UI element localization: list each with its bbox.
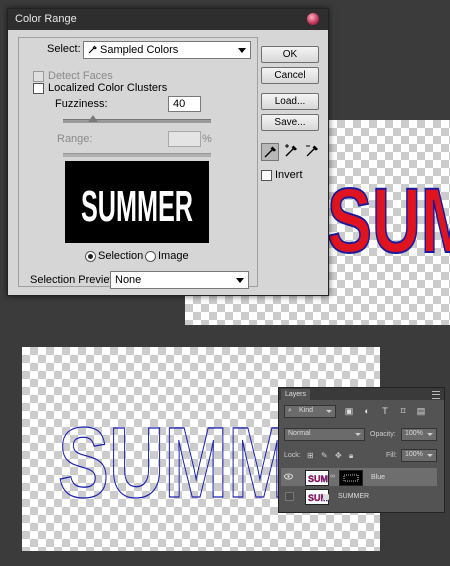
layer-filter-dropdown[interactable]: Kind ⌕ [284,405,336,418]
opacity-label: Opacity: [370,431,396,438]
summer-red-text: SUMMER [327,170,450,272]
selection-radio-label: Selection [98,250,144,262]
eye-icon[interactable] [284,472,293,481]
layer-row-blue[interactable]: SUM ∞ Blue [281,468,437,486]
save-button[interactable]: Save... [261,114,319,131]
chevron-down-icon [427,433,433,436]
eyedropper-small-icon [88,44,98,57]
dialog-titlebar[interactable]: Color Range [8,9,328,30]
detect-faces-label: Detect Faces [48,70,113,82]
svg-text:SUM: SUM [308,474,328,484]
image-filter-icon[interactable]: ▣ [344,406,354,416]
lock-position-icon[interactable]: ✥ [335,451,342,460]
selection-preview-dropdown[interactable]: None [110,271,249,289]
chevron-down-icon [238,48,246,53]
load-button[interactable]: Load... [261,93,319,110]
image-radio[interactable] [145,251,156,262]
panel-menu-icon[interactable] [432,391,440,399]
layers-panel-header: Layers [279,388,444,400]
eyedropper-plus-icon[interactable] [283,143,299,159]
tab-layers[interactable]: Layers [281,389,311,400]
layer-mask-thumbnail [339,470,363,486]
fuzziness-label: Fuzziness: [55,98,108,110]
fill-input[interactable]: 100% [401,449,437,462]
select-value: Sampled Colors [100,44,179,56]
smart-object-filter-icon[interactable]: ▤ [416,406,426,416]
chevron-down-icon [236,278,244,283]
range-label: Range: [57,133,93,145]
fuzziness-slider-track[interactable] [63,119,211,123]
lock-transparent-icon[interactable]: ⊞ [307,451,314,460]
range-input[interactable] [168,131,201,147]
chevron-down-icon [326,410,332,413]
lock-label: Lock: [284,452,301,459]
fuzziness-value: 40 [173,98,186,110]
range-unit: % [202,133,212,145]
image-radio-label: Image [158,250,189,262]
fuzziness-slider-thumb[interactable] [87,115,98,122]
color-range-options: Select: Sampled Colors Detect Faces Loca… [18,37,258,287]
fill-value: 100% [405,451,423,458]
search-icon: ⌕ [288,407,292,414]
localized-color-clusters-checkbox[interactable] [33,83,44,94]
ok-button[interactable]: OK [261,46,319,63]
color-range-dialog: Color Range Select: Sampled Colors Detec… [7,8,329,296]
layer-name: SUMMER [338,493,370,500]
chevron-down-icon [355,433,361,436]
eyedropper-minus-icon[interactable] [304,143,320,159]
shape-filter-icon[interactable]: ⌑ [398,406,408,416]
eyedropper-icon[interactable] [261,143,279,161]
opacity-input[interactable]: 100% [401,428,437,441]
fuzziness-input[interactable]: 40 [168,96,201,112]
selection-radio[interactable] [85,251,96,262]
range-slider-track[interactable] [63,153,211,157]
layers-panel: Layers Kind ⌕ ▣ ◐ T ⌑ ▤ Normal Opacity: … [278,387,445,513]
layer-row-summer[interactable]: SUM SUMMER [281,487,437,505]
type-filter-icon[interactable]: T [380,406,390,416]
detect-faces-checkbox[interactable] [33,71,44,82]
visibility-toggle-box[interactable] [285,492,294,501]
lock-pixels-icon[interactable]: ✎ [321,451,328,460]
selection-preview-value: None [115,274,142,286]
dialog-title: Color Range [15,13,77,25]
select-dropdown[interactable]: Sampled Colors [83,41,251,59]
selection-preview-label: Selection Preview: [30,274,121,286]
cancel-button[interactable]: Cancel [261,67,319,84]
layer-thumbnail: SUM [305,470,329,486]
layer-name: Blue [371,474,386,481]
preview-summer-text: SUMMER [81,182,193,231]
selection-preview-image: SUMMER [65,161,209,243]
smart-object-icon [323,494,329,500]
chevron-down-icon [427,454,433,457]
link-icon[interactable]: ∞ [330,473,335,480]
opacity-value: 100% [405,430,423,437]
invert-checkbox[interactable] [261,170,272,181]
select-label: Select: [47,43,81,55]
localized-color-clusters-label: Localized Color Clusters [48,82,168,94]
layer-filter-value: Kind [299,407,314,414]
blend-mode-value: Normal [288,430,311,437]
close-icon[interactable] [307,13,319,25]
fill-label: Fill: [386,452,397,459]
lock-all-icon[interactable]: 🔒︎ [349,451,353,461]
blend-mode-dropdown[interactable]: Normal [284,428,365,441]
adjustment-filter-icon[interactable]: ◐ [362,406,372,416]
invert-label: Invert [275,169,303,181]
